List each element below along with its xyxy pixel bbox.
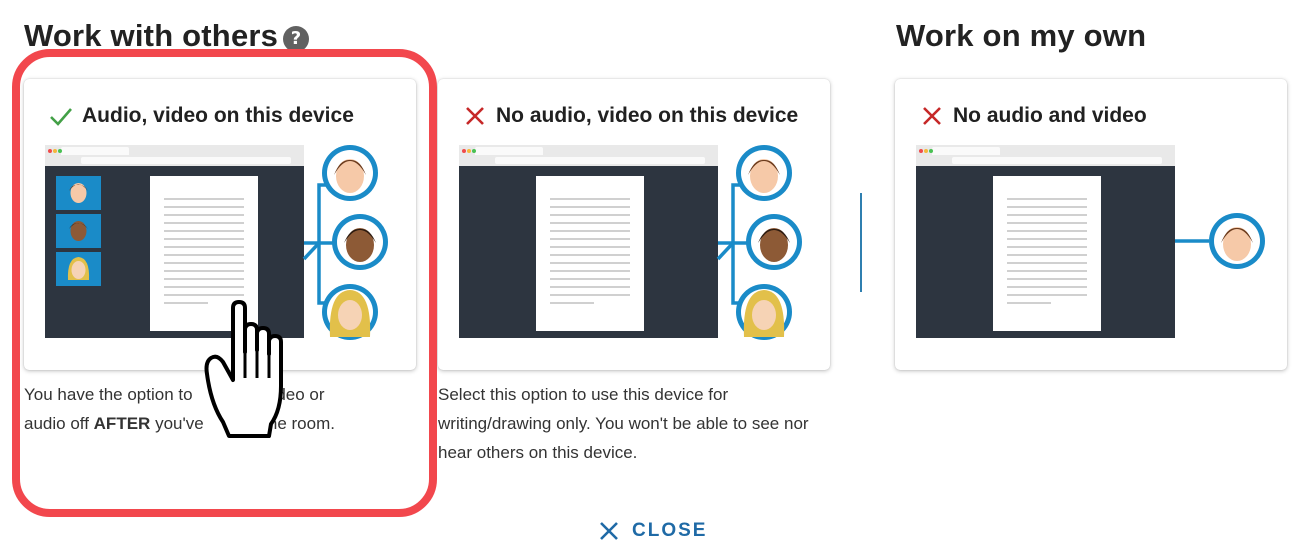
card-label: No audio and video <box>953 104 1147 127</box>
no-audio-video-description: Select this option to use this device fo… <box>438 385 809 462</box>
work-on-own-heading: Work on my own <box>896 18 1147 53</box>
cross-icon <box>466 107 484 125</box>
close-button[interactable]: CLOSE <box>598 520 707 542</box>
connected-users-illustration <box>716 145 802 340</box>
option-card-no-audio-and-video[interactable]: No audio and video <box>895 79 1287 370</box>
document-illustration <box>993 176 1101 331</box>
video-thumbnail <box>56 176 101 210</box>
card-label: No audio, video on this device <box>496 104 799 127</box>
option-card-no-audio-video[interactable]: No audio, video on this device <box>438 79 830 370</box>
cross-icon <box>923 107 941 125</box>
close-icon <box>600 522 618 540</box>
document-illustration <box>536 176 644 331</box>
card-label: Audio, video on this device <box>82 104 354 127</box>
section-divider <box>860 193 862 292</box>
single-user-illustration <box>1175 213 1265 269</box>
hand-pointer-icon <box>204 300 283 438</box>
browser-illustration <box>916 145 1175 338</box>
video-thumbnail <box>56 214 101 248</box>
check-icon <box>50 108 72 126</box>
close-label: CLOSE <box>632 520 708 541</box>
help-icon[interactable]: ? <box>283 26 309 52</box>
video-thumbnail <box>56 252 101 286</box>
browser-illustration <box>459 145 718 338</box>
work-with-others-heading: Work with others <box>24 18 279 53</box>
